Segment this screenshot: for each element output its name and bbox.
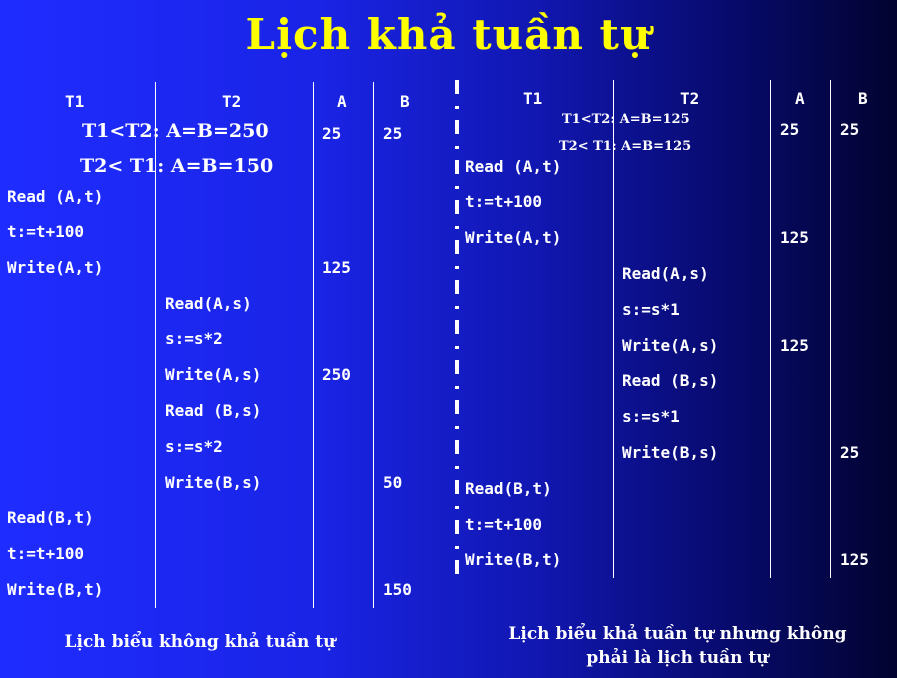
left-t1-op: Write(A,t) — [7, 258, 104, 277]
left-init-b: 25 — [383, 124, 403, 143]
right-t2-op: s:=s*1 — [622, 300, 680, 319]
right-caption-line1: Lịch biểu khả tuần tự nhưng không — [508, 624, 847, 644]
left-t2-op: Read (B,s) — [165, 401, 262, 420]
left-t1-op: Read (A,t) — [7, 187, 104, 206]
right-t1-op: Write(A,t) — [465, 228, 562, 247]
left-a-value: 125 — [322, 258, 351, 277]
right-header-t1: T1 — [523, 89, 543, 108]
right-divider-2 — [770, 80, 771, 578]
left-divider-2 — [313, 82, 314, 608]
left-t1-op: t:=t+100 — [7, 544, 85, 563]
right-t1-op: Read(B,t) — [465, 479, 552, 498]
left-t1-op: t:=t+100 — [7, 222, 85, 241]
left-t1-op: Write(B,t) — [7, 580, 104, 599]
left-t2-op: Write(B,s) — [165, 473, 262, 492]
right-a-value: 125 — [780, 336, 809, 355]
left-header-t1: T1 — [65, 92, 85, 111]
left-note-t1-first: T1<T2: A=B=250 — [82, 120, 269, 142]
left-b-value: 50 — [383, 473, 403, 492]
right-t2-op: Write(A,s) — [622, 336, 719, 355]
right-b-value: 25 — [840, 443, 860, 462]
right-note-t2-first: T2< T1: A=B=125 — [559, 139, 692, 154]
right-divider-3 — [830, 80, 831, 578]
right-t2-op: Read (B,s) — [622, 371, 719, 390]
left-t2-op: s:=s*2 — [165, 329, 223, 348]
left-t1-op: Read(B,t) — [7, 508, 94, 527]
right-divider-1 — [613, 80, 614, 578]
left-note-t2-first: T2< T1: A=B=150 — [80, 155, 274, 177]
right-b-value: 125 — [840, 550, 869, 569]
left-t2-op: Read(A,s) — [165, 294, 252, 313]
left-b-value: 150 — [383, 580, 412, 599]
left-header-t2: T2 — [222, 92, 242, 111]
right-header-a: A — [795, 89, 805, 108]
right-init-a: 25 — [780, 120, 800, 139]
right-header-t2: T2 — [680, 89, 700, 108]
right-init-b: 25 — [840, 120, 860, 139]
left-header-b: B — [400, 92, 410, 111]
right-t1-op: Write(B,t) — [465, 550, 562, 569]
right-t1-op: t:=t+100 — [465, 192, 543, 211]
right-a-value: 125 — [780, 228, 809, 247]
left-divider-3 — [373, 82, 374, 608]
slide-title: Lịch khả tuần tự — [245, 10, 652, 59]
left-a-value: 250 — [322, 365, 351, 384]
right-header-b: B — [858, 89, 868, 108]
right-t1-op: t:=t+100 — [465, 515, 543, 534]
left-header-a: A — [337, 92, 347, 111]
right-caption-line2: phải là lịch tuần tự — [586, 648, 769, 668]
left-t2-op: s:=s*2 — [165, 437, 223, 456]
left-init-a: 25 — [322, 124, 342, 143]
right-t1-op: Read (A,t) — [465, 157, 562, 176]
left-caption: Lịch biểu không khả tuần tự — [64, 632, 336, 652]
right-t2-op: Read(A,s) — [622, 264, 709, 283]
table-separator — [455, 80, 459, 585]
right-t2-op: Write(B,s) — [622, 443, 719, 462]
right-t2-op: s:=s*1 — [622, 407, 680, 426]
left-t2-op: Write(A,s) — [165, 365, 262, 384]
right-note-t1-first: T1<T2: A=B=125 — [562, 112, 690, 127]
